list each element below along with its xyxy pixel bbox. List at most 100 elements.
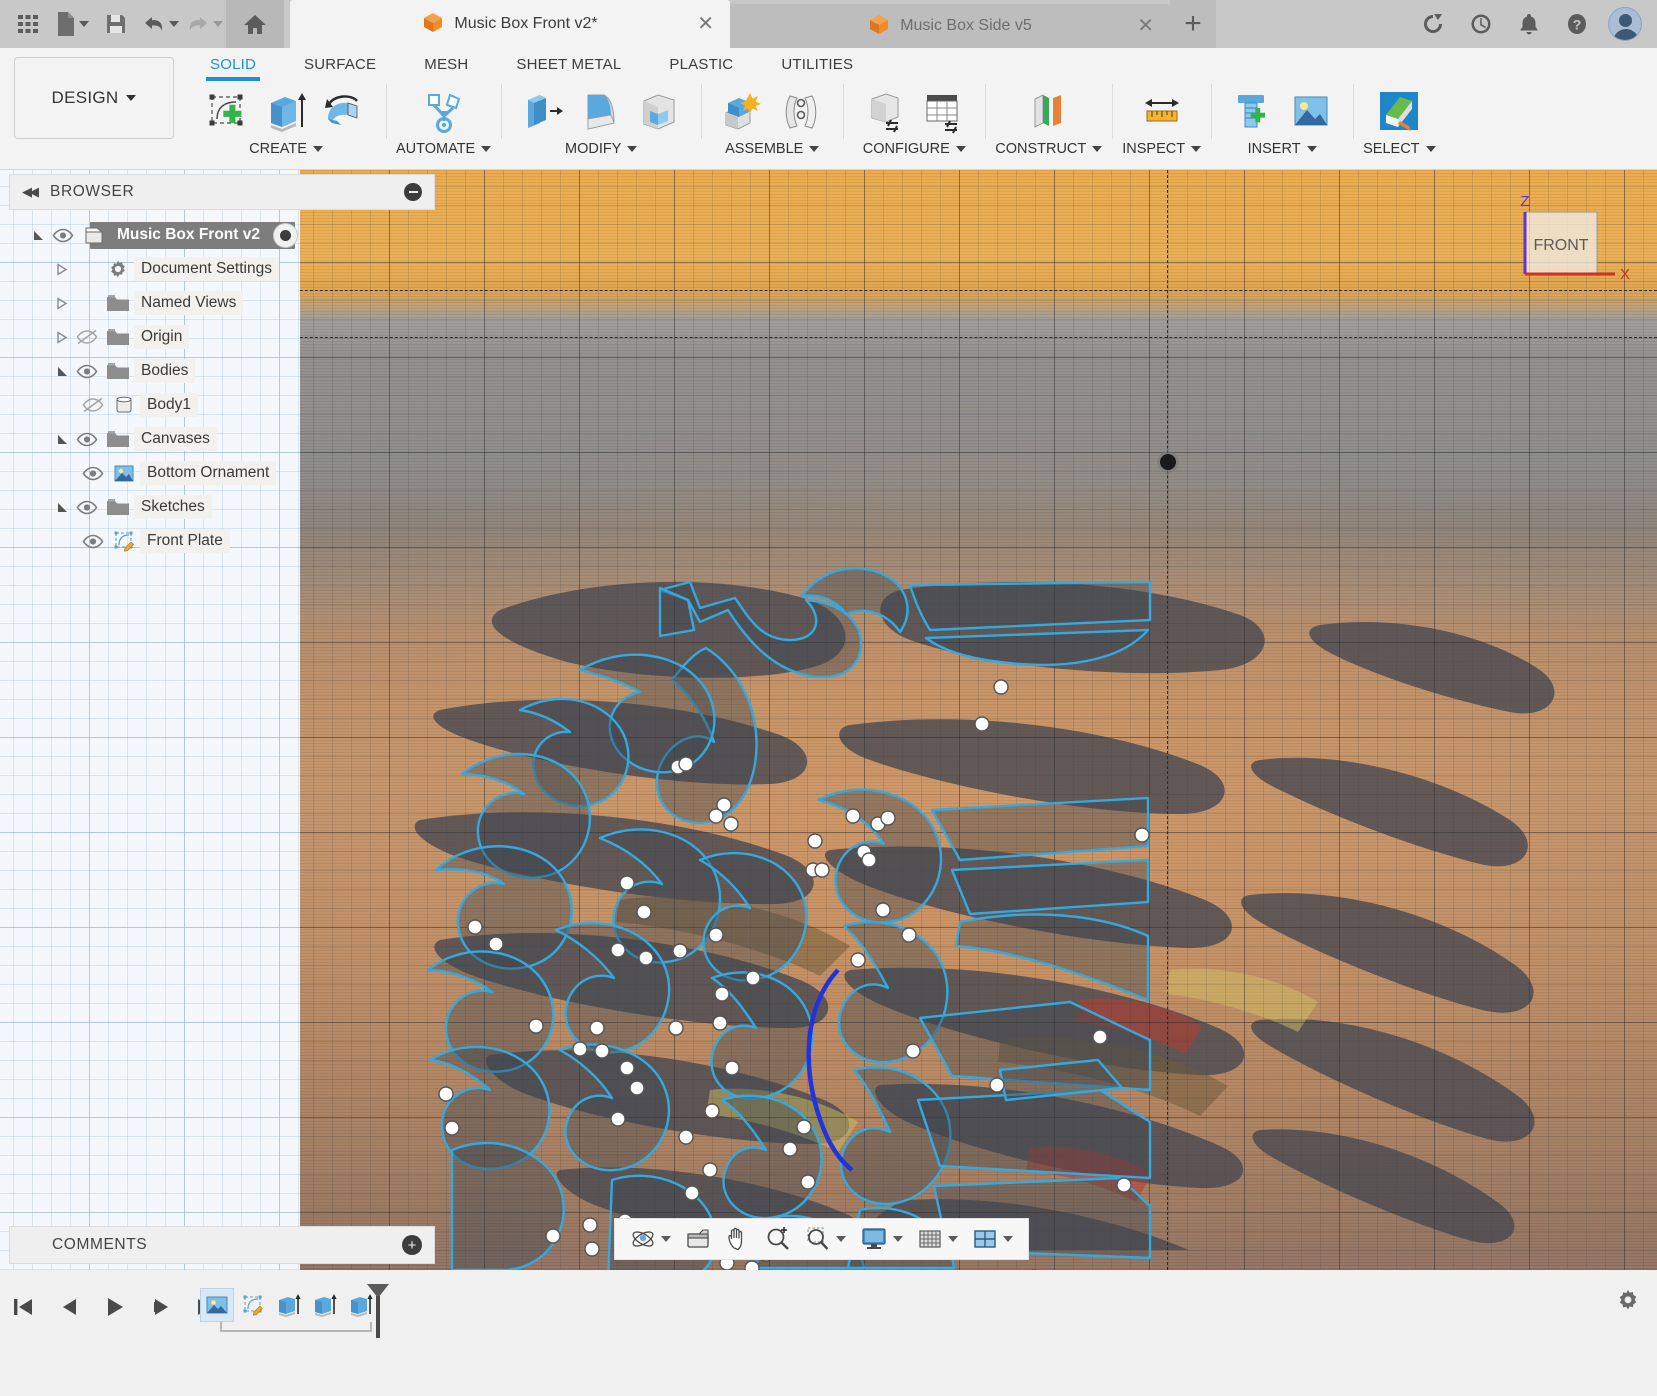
ribbon-panel-construct-label[interactable]: CONSTRUCT bbox=[995, 141, 1102, 157]
ribbon-tab-surface[interactable]: SURFACE bbox=[280, 48, 400, 78]
account-avatar[interactable] bbox=[1601, 2, 1649, 46]
close-icon[interactable]: ✕ bbox=[697, 14, 714, 34]
redo-icon[interactable] bbox=[182, 2, 226, 46]
timeline-extrude-feature-2[interactable] bbox=[308, 1288, 342, 1322]
app-grid-icon[interactable] bbox=[6, 2, 50, 46]
new-tab-button[interactable]: + bbox=[1170, 0, 1216, 48]
chevron-down-icon[interactable] bbox=[948, 1236, 958, 1242]
ribbon-panel-inspect-label[interactable]: INSPECT bbox=[1122, 141, 1201, 157]
revolve-icon[interactable] bbox=[318, 86, 370, 138]
browser-item-body1[interactable]: Body1 bbox=[0, 388, 440, 422]
timeline-extrude-feature-1[interactable] bbox=[272, 1288, 306, 1322]
shell-icon[interactable] bbox=[633, 86, 685, 138]
chevron-down-icon[interactable] bbox=[661, 1236, 671, 1242]
zoom-icon[interactable] bbox=[760, 1224, 796, 1254]
step-forward-icon[interactable] bbox=[146, 1292, 176, 1322]
visibility-eye-icon[interactable] bbox=[72, 500, 102, 515]
undo-icon[interactable] bbox=[138, 2, 182, 46]
comments-panel[interactable]: COMMENTS + bbox=[9, 1226, 435, 1264]
chevron-down-icon[interactable] bbox=[836, 1236, 846, 1242]
expander-expanded-icon[interactable] bbox=[52, 433, 72, 446]
browser-item-origin[interactable]: Origin bbox=[0, 320, 440, 354]
browser-item-sketches[interactable]: Sketches bbox=[0, 490, 440, 524]
help-icon[interactable]: ? bbox=[1553, 2, 1601, 46]
workspace-switcher-design[interactable]: DESIGN bbox=[14, 57, 174, 139]
insert-mcmaster-icon[interactable] bbox=[1227, 86, 1279, 138]
look-at-icon[interactable] bbox=[680, 1224, 716, 1254]
visibility-eye-icon[interactable] bbox=[72, 364, 102, 379]
timeline-canvas-feature[interactable] bbox=[200, 1288, 234, 1322]
configuration-table-icon[interactable] bbox=[917, 86, 969, 138]
ribbon-panel-assemble-label[interactable]: ASSEMBLE bbox=[725, 141, 819, 157]
expander-collapsed-icon[interactable] bbox=[52, 331, 72, 344]
offset-plane-icon[interactable] bbox=[1023, 86, 1075, 138]
chevron-down-icon[interactable] bbox=[893, 1236, 903, 1242]
extrude-icon[interactable] bbox=[260, 86, 312, 138]
chevron-down-icon[interactable] bbox=[1003, 1236, 1013, 1242]
expander-expanded-icon[interactable] bbox=[52, 501, 72, 514]
ribbon-tab-mesh[interactable]: MESH bbox=[400, 48, 492, 78]
browser-item-canvases[interactable]: Canvases bbox=[0, 422, 440, 456]
expander-expanded-icon[interactable] bbox=[28, 229, 48, 242]
visibility-eye-hidden-icon[interactable] bbox=[72, 329, 102, 345]
browser-item-bottom-ornament[interactable]: Bottom Ornament bbox=[0, 456, 440, 490]
pan-icon[interactable] bbox=[720, 1224, 756, 1254]
go-to-beginning-icon[interactable] bbox=[8, 1292, 38, 1322]
view-cube[interactable]: FRONT Z X bbox=[1497, 190, 1647, 300]
timeline-sketch-feature[interactable] bbox=[236, 1288, 270, 1322]
browser-item-music-box-front-v2[interactable]: Music Box Front v2 bbox=[0, 218, 440, 252]
chevron-down-icon[interactable] bbox=[213, 21, 223, 27]
ribbon-tab-plastic[interactable]: PLASTIC bbox=[645, 48, 757, 78]
press-pull-icon[interactable] bbox=[517, 86, 569, 138]
new-component-icon[interactable] bbox=[717, 86, 769, 138]
3d-viewport[interactable]: FRONT Z X ◀◀ BROWSER bbox=[0, 170, 1657, 1270]
browser-item-named-views[interactable]: Named Views bbox=[0, 286, 440, 320]
joint-icon[interactable] bbox=[775, 86, 827, 138]
expander-collapsed-icon[interactable] bbox=[52, 263, 72, 276]
step-back-icon[interactable] bbox=[54, 1292, 84, 1322]
visibility-eye-icon[interactable] bbox=[78, 466, 108, 481]
minimize-icon[interactable] bbox=[404, 183, 422, 201]
fillet-icon[interactable] bbox=[575, 86, 627, 138]
viewports-icon[interactable] bbox=[967, 1224, 1018, 1254]
document-tab-music-box-side[interactable]: Music Box Side v5 ✕ bbox=[730, 4, 1170, 48]
add-comment-button[interactable]: + bbox=[402, 1235, 422, 1255]
home-icon[interactable] bbox=[226, 0, 284, 48]
expander-collapsed-icon[interactable] bbox=[52, 297, 72, 310]
grid-snaps-icon[interactable] bbox=[912, 1224, 963, 1254]
configuration-icon[interactable] bbox=[859, 86, 911, 138]
orbit-icon[interactable] bbox=[625, 1224, 676, 1254]
insert-canvas-icon[interactable] bbox=[1285, 86, 1337, 138]
timeline-end-marker[interactable] bbox=[365, 1282, 391, 1343]
origin-point[interactable] bbox=[1160, 454, 1176, 470]
ribbon-panel-insert-label[interactable]: INSERT bbox=[1248, 141, 1317, 157]
browser-item-bodies[interactable]: Bodies bbox=[0, 354, 440, 388]
automate-icon[interactable] bbox=[418, 86, 470, 138]
display-settings-icon[interactable] bbox=[855, 1224, 908, 1254]
expander-expanded-icon[interactable] bbox=[52, 365, 72, 378]
ribbon-tab-solid[interactable]: SOLID bbox=[186, 48, 280, 78]
notifications-bell-icon[interactable] bbox=[1505, 2, 1553, 46]
zoom-window-icon[interactable] bbox=[800, 1224, 851, 1254]
browser-item-front-plate[interactable]: Front Plate bbox=[0, 524, 440, 558]
close-icon[interactable]: ✕ bbox=[1137, 16, 1154, 36]
play-icon[interactable] bbox=[100, 1292, 130, 1322]
chevron-down-icon[interactable] bbox=[79, 21, 89, 27]
visibility-eye-icon[interactable] bbox=[72, 432, 102, 447]
collapse-panel-icon[interactable]: ◀◀ bbox=[22, 184, 36, 200]
ribbon-panel-select-label[interactable]: SELECT bbox=[1363, 141, 1435, 157]
ribbon-tab-sheet-metal[interactable]: SHEET METAL bbox=[492, 48, 645, 78]
browser-item-document-settings[interactable]: Document Settings bbox=[0, 252, 440, 286]
timeline-settings-gear-icon[interactable] bbox=[1615, 1288, 1643, 1316]
ribbon-panel-create-label[interactable]: CREATE bbox=[249, 141, 323, 157]
document-tab-music-box-front[interactable]: Music Box Front v2* ✕ bbox=[290, 0, 730, 48]
ribbon-panel-configure-label[interactable]: CONFIGURE bbox=[863, 141, 966, 157]
activate-component-radio[interactable] bbox=[273, 223, 298, 248]
visibility-eye-hidden-icon[interactable] bbox=[78, 397, 108, 413]
ribbon-panel-automate-label[interactable]: AUTOMATE bbox=[396, 141, 491, 157]
ribbon-tab-utilities[interactable]: UTILITIES bbox=[757, 48, 877, 78]
measure-icon[interactable] bbox=[1136, 86, 1188, 138]
ribbon-panel-modify-label[interactable]: MODIFY bbox=[565, 141, 637, 157]
select-icon[interactable] bbox=[1373, 86, 1425, 138]
visibility-eye-icon[interactable] bbox=[78, 534, 108, 549]
